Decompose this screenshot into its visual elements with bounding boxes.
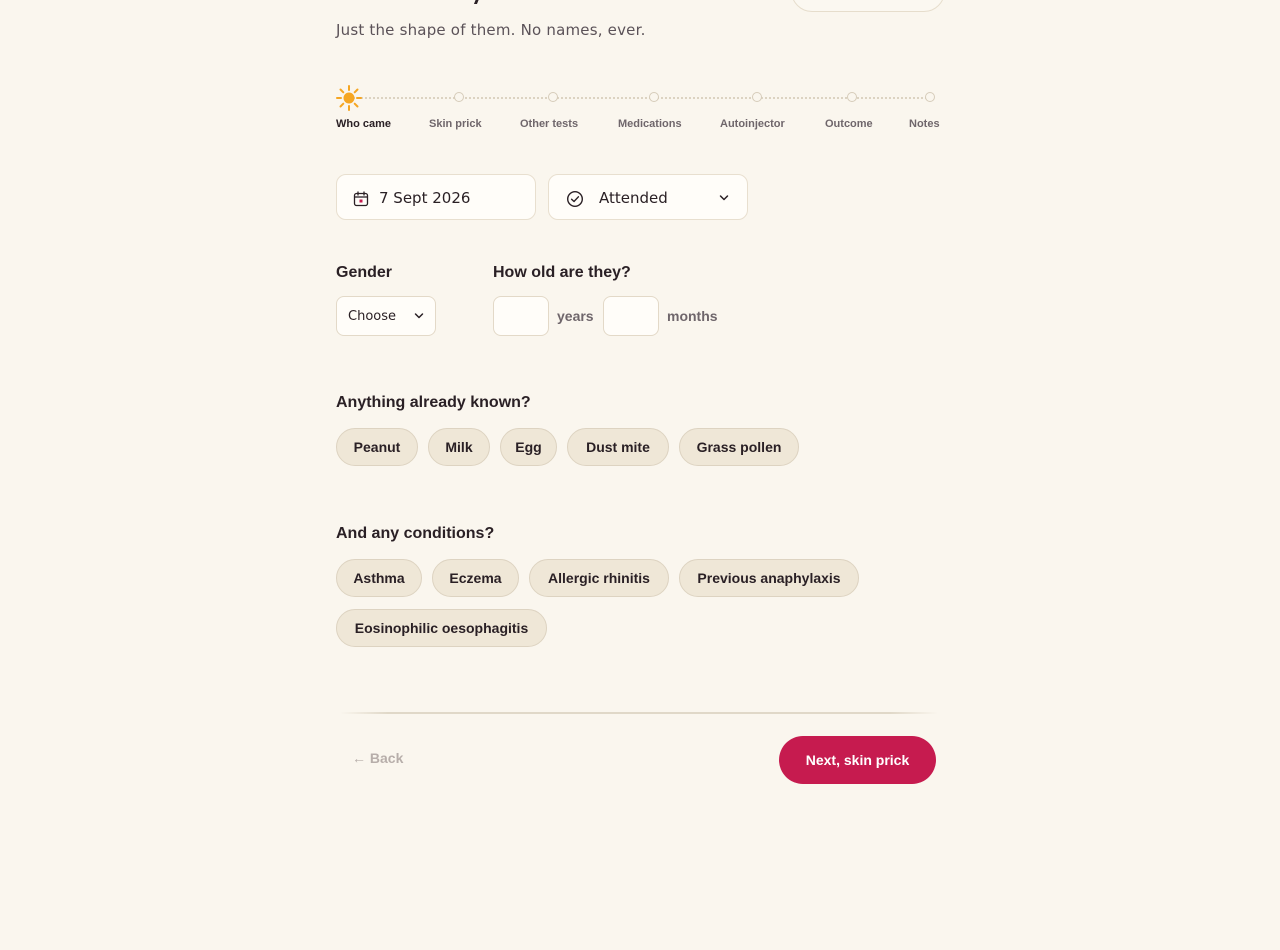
visit-date-field[interactable]: 7 Sept 2026	[336, 174, 536, 220]
step-who-came[interactable]: Who came	[336, 118, 391, 130]
page-subtitle: Just the shape of them. No names, ever.	[336, 21, 646, 39]
page-title-fragment	[465, 0, 486, 4]
check-circle-icon	[566, 190, 584, 208]
chevron-down-icon	[719, 195, 729, 201]
chip-asthma[interactable]: Asthma	[336, 559, 422, 597]
attendance-select[interactable]: Attended	[548, 174, 748, 220]
age-years-input[interactable]	[493, 296, 549, 336]
footer-divider	[340, 712, 938, 714]
calendar-icon	[353, 191, 369, 207]
step-dot-outcome[interactable]	[847, 92, 857, 102]
chevron-down-icon	[414, 313, 424, 319]
step-outcome[interactable]: Outcome	[825, 118, 873, 130]
step-skin-prick[interactable]: Skin prick	[429, 118, 482, 130]
back-button[interactable]: ← Back	[352, 750, 403, 766]
sun-icon	[336, 85, 362, 111]
chip-grass-pollen[interactable]: Grass pollen	[679, 428, 799, 466]
step-dot-skin-prick[interactable]	[454, 92, 464, 102]
visit-date-value: 7 Sept 2026	[379, 189, 471, 207]
step-dot-other-tests[interactable]	[548, 92, 558, 102]
step-medications[interactable]: Medications	[618, 118, 682, 130]
step-notes[interactable]: Notes	[909, 118, 940, 130]
conditions-label: And any conditions?	[336, 525, 495, 542]
age-label: How old are they?	[493, 264, 631, 281]
age-months-input[interactable]	[603, 296, 659, 336]
stepper-track	[350, 97, 930, 99]
chip-milk[interactable]: Milk	[428, 428, 490, 466]
top-action-button[interactable]	[791, 0, 945, 12]
chip-allergic-rhinitis[interactable]: Allergic rhinitis	[529, 559, 669, 597]
chip-eczema[interactable]: Eczema	[432, 559, 519, 597]
chip-previous-anaphylaxis[interactable]: Previous anaphylaxis	[679, 559, 859, 597]
chip-dust-mite[interactable]: Dust mite	[567, 428, 669, 466]
known-allergens-label: Anything already known?	[336, 394, 531, 411]
chip-peanut[interactable]: Peanut	[336, 428, 418, 466]
step-other-tests[interactable]: Other tests	[520, 118, 578, 130]
attendance-value: Attended	[599, 189, 668, 207]
step-dot-autoinjector[interactable]	[752, 92, 762, 102]
form-container: Just the shape of them. No names, ever. …	[336, 0, 945, 950]
step-dot-notes[interactable]	[925, 92, 935, 102]
chip-egg[interactable]: Egg	[500, 428, 557, 466]
next-button[interactable]: Next, skin prick	[779, 736, 936, 784]
gender-select[interactable]: Choose	[336, 296, 436, 336]
step-autoinjector[interactable]: Autoinjector	[720, 118, 785, 130]
gender-label: Gender	[336, 264, 393, 281]
step-dot-medications[interactable]	[649, 92, 659, 102]
chip-eosinophilic-oesophagitis[interactable]: Eosinophilic oesophagitis	[336, 609, 547, 647]
gender-value: Choose	[348, 309, 396, 324]
age-years-unit: years	[557, 308, 594, 324]
age-months-unit: months	[667, 308, 718, 324]
